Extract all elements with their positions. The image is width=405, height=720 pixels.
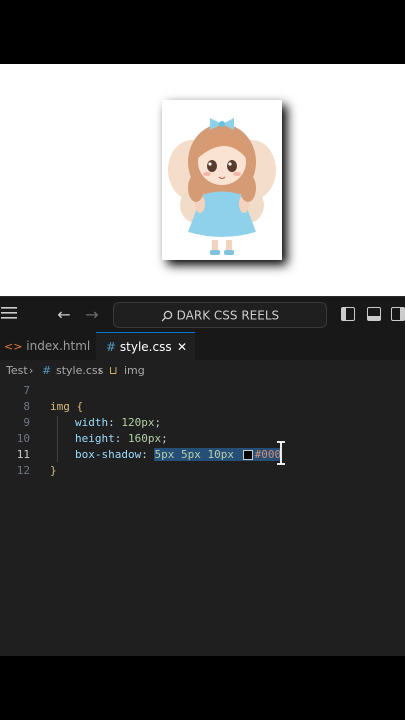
preview-pane xyxy=(0,64,405,296)
close-icon[interactable]: ✕ xyxy=(177,333,187,361)
editor-tabs: <> index.html # style.css ✕ xyxy=(0,332,405,361)
chevron-right-icon: › xyxy=(29,364,34,377)
code-editor[interactable]: 7 8 9 10 11 12 img { width: 120px; heigh… xyxy=(0,382,405,656)
breadcrumb: Test › # style.css › ⊔ img xyxy=(0,360,405,382)
tab-label: style.css xyxy=(119,340,172,354)
search-icon xyxy=(161,309,177,323)
css-property: width xyxy=(75,416,109,429)
command-center-search[interactable]: DARK CSS REELS xyxy=(113,302,327,328)
color-swatch[interactable] xyxy=(242,450,253,460)
breadcrumb-folder[interactable]: Test xyxy=(6,360,28,382)
line-number: 9 xyxy=(23,416,30,429)
css-value: 120px xyxy=(121,416,155,429)
line-number: 11 xyxy=(16,448,30,461)
line-number: 10 xyxy=(16,432,30,445)
toggle-panel-icon[interactable] xyxy=(367,307,381,321)
menu-icon[interactable] xyxy=(0,303,18,327)
bottom-letterbox xyxy=(0,656,405,720)
code-line-width: width: 120px; xyxy=(75,416,162,429)
breadcrumb-symbol[interactable]: img xyxy=(124,360,145,382)
tab-index-html[interactable]: <> index.html xyxy=(0,332,96,360)
line-number: 7 xyxy=(23,384,30,397)
title-bar: ← → DARK CSS REELS xyxy=(0,296,405,333)
fairy-image xyxy=(162,100,282,260)
breadcrumb-file[interactable]: style.css xyxy=(56,360,103,382)
selected-text: 5px 5px 10px #000 xyxy=(154,448,282,461)
code-selector: img { xyxy=(50,400,84,413)
indent-guide xyxy=(57,416,58,462)
css-property: box-shadow xyxy=(75,448,142,461)
css-value: 5px 5px 10px xyxy=(154,448,234,461)
search-label: DARK CSS REELS xyxy=(176,308,280,323)
code-line-height: height: 160px; xyxy=(75,432,168,445)
hash-icon: # xyxy=(42,364,52,377)
code-line-box-shadow: box-shadow: 5px 5px 10px #000 xyxy=(75,448,282,461)
line-number: 8 xyxy=(23,400,30,413)
back-arrow-icon[interactable]: ← xyxy=(54,303,74,327)
css-property: height xyxy=(75,432,115,445)
forward-arrow-icon[interactable]: → xyxy=(82,303,102,327)
chevron-right-icon: › xyxy=(98,364,103,377)
text-cursor-icon xyxy=(276,440,286,466)
tab-style-css[interactable]: # style.css ✕ xyxy=(96,332,195,360)
tab-label: index.html xyxy=(26,339,91,353)
html-icon: <> xyxy=(4,340,23,353)
hash-icon: # xyxy=(106,340,117,354)
symbol-class-icon: ⊔ xyxy=(109,364,118,377)
css-value: 160px xyxy=(128,432,162,445)
code-closing-brace: } xyxy=(50,464,57,477)
toggle-sidebar-icon[interactable] xyxy=(341,307,355,321)
line-number: 12 xyxy=(16,464,30,477)
toggle-secondary-sidebar-icon[interactable] xyxy=(391,307,405,321)
